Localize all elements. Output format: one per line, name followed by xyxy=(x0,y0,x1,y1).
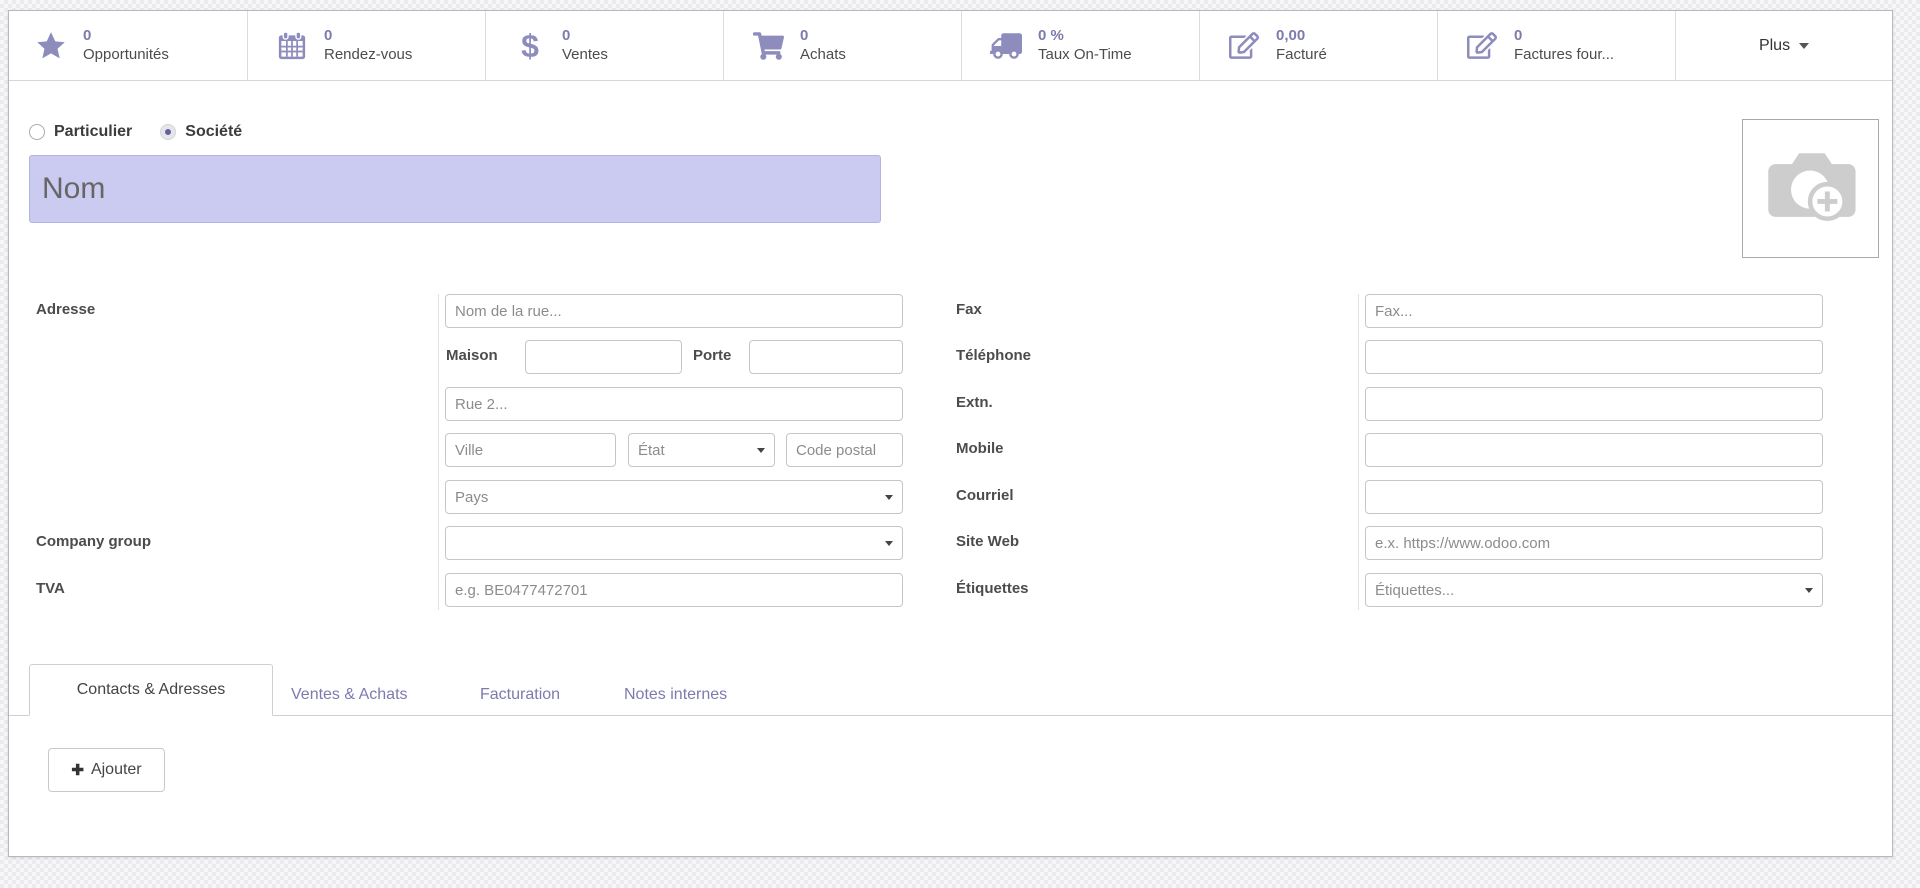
house-label: Maison xyxy=(446,347,498,364)
stat-button-meetings[interactable]: 0 Rendez-vous xyxy=(248,11,486,80)
camera-plus-icon xyxy=(1761,143,1861,234)
opportunities-label: Opportunités xyxy=(83,46,169,65)
radio-company[interactable]: Société xyxy=(160,123,242,141)
vat-label: TVA xyxy=(36,580,65,597)
more-dropdown-button[interactable]: Plus xyxy=(1676,11,1892,80)
stat-button-bar: 0 Opportunités 0 Ren xyxy=(9,11,1892,81)
edit-icon xyxy=(1226,32,1262,59)
meetings-label: Rendez-vous xyxy=(324,46,412,65)
purchases-label: Achats xyxy=(800,46,846,65)
website-input[interactable] xyxy=(1365,526,1823,560)
tab-invoicing[interactable]: Facturation xyxy=(480,686,560,704)
meetings-count: 0 xyxy=(324,27,412,46)
tab-contacts-addresses[interactable]: Contacts & Adresses xyxy=(29,664,273,716)
calendar-icon xyxy=(274,31,310,61)
radio-individual[interactable]: Particulier xyxy=(29,123,132,141)
invoiced-label: Facturé xyxy=(1276,46,1327,65)
phone-input[interactable] xyxy=(1365,340,1823,374)
mobile-input[interactable] xyxy=(1365,433,1823,467)
company-group-label: Company group xyxy=(36,533,151,550)
website-label: Site Web xyxy=(956,533,1019,550)
tabbar-underline xyxy=(9,715,1892,716)
tab-sales-purchases[interactable]: Ventes & Achats xyxy=(291,686,408,704)
left-group-separator xyxy=(438,294,439,610)
photo-upload-box[interactable] xyxy=(1742,119,1879,258)
cart-icon xyxy=(750,32,786,60)
radio-individual-circle[interactable] xyxy=(29,124,45,140)
form-sheet: 0 Opportunités 0 Ren xyxy=(8,10,1893,857)
state-select[interactable] xyxy=(628,433,775,467)
fax-input[interactable] xyxy=(1365,294,1823,328)
stat-button-ontime-rate[interactable]: 0 % Taux On-Time xyxy=(962,11,1200,80)
sales-count: 0 xyxy=(562,27,608,46)
stat-button-sales[interactable]: $ 0 Ventes xyxy=(486,11,724,80)
vendor-bills-count: 0 xyxy=(1514,27,1614,46)
extension-input[interactable] xyxy=(1365,387,1823,421)
chevron-down-icon xyxy=(1799,43,1809,49)
add-contact-button[interactable]: ✚ Ajouter xyxy=(48,748,165,792)
right-group-separator xyxy=(1358,294,1359,610)
vendor-bills-label: Factures four... xyxy=(1514,46,1614,65)
sales-label: Ventes xyxy=(562,46,608,65)
stat-button-invoiced[interactable]: 0,00 Facturé xyxy=(1200,11,1438,80)
dollar-icon: $ xyxy=(512,30,548,62)
tab-contacts-addresses-label: Contacts & Adresses xyxy=(77,681,226,699)
radio-individual-label: Particulier xyxy=(54,123,132,141)
tags-label: Étiquettes xyxy=(956,580,1029,597)
star-icon xyxy=(33,30,69,62)
company-type-selector: Particulier Société xyxy=(29,123,242,141)
edit-icon xyxy=(1464,32,1500,59)
add-contact-button-label: Ajouter xyxy=(91,761,142,779)
more-dropdown-label: Plus xyxy=(1759,37,1790,55)
door-label: Porte xyxy=(693,347,731,364)
stat-button-purchases[interactable]: 0 Achats xyxy=(724,11,962,80)
invoiced-count: 0,00 xyxy=(1276,27,1327,46)
zip-input[interactable] xyxy=(786,433,903,467)
address-label: Adresse xyxy=(36,301,95,318)
radio-company-label: Société xyxy=(185,123,242,141)
house-number-input[interactable] xyxy=(525,340,682,374)
company-group-select[interactable] xyxy=(445,526,903,560)
phone-label: Téléphone xyxy=(956,347,1031,364)
name-input[interactable] xyxy=(29,155,881,223)
vat-input[interactable] xyxy=(445,573,903,607)
partner-form-page: { "stat_buttons": [ { "icon": "star-icon… xyxy=(0,0,1920,888)
tab-internal-notes[interactable]: Notes internes xyxy=(624,686,727,704)
plus-icon: ✚ xyxy=(71,761,84,779)
ontime-rate-count: 0 % xyxy=(1038,27,1132,46)
purchases-count: 0 xyxy=(800,27,846,46)
ontime-rate-label: Taux On-Time xyxy=(1038,46,1132,65)
extension-label: Extn. xyxy=(956,394,993,411)
radio-company-circle[interactable] xyxy=(160,124,176,140)
truck-icon xyxy=(988,33,1024,59)
mobile-label: Mobile xyxy=(956,440,1004,457)
opportunities-count: 0 xyxy=(83,27,169,46)
city-input[interactable] xyxy=(445,433,616,467)
street-input[interactable] xyxy=(445,294,903,328)
door-number-input[interactable] xyxy=(749,340,903,374)
email-label: Courriel xyxy=(956,487,1014,504)
tags-select[interactable] xyxy=(1365,573,1823,607)
street2-input[interactable] xyxy=(445,387,903,421)
country-select[interactable] xyxy=(445,480,903,514)
stat-button-opportunities[interactable]: 0 Opportunités xyxy=(9,11,248,80)
stat-button-vendor-bills[interactable]: 0 Factures four... xyxy=(1438,11,1676,80)
email-input[interactable] xyxy=(1365,480,1823,514)
fax-label: Fax xyxy=(956,301,982,318)
